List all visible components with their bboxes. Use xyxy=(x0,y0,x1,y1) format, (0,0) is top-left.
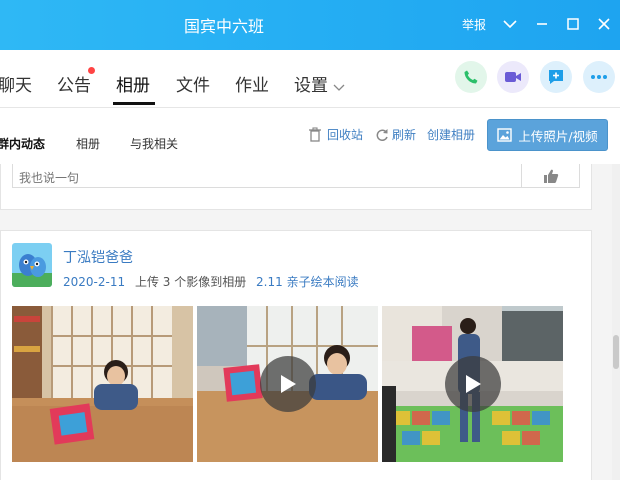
notification-badge xyxy=(88,67,95,74)
refresh-label: 刷新 xyxy=(392,128,417,142)
minimize-icon[interactable] xyxy=(530,12,554,36)
tab-album[interactable]: 相册 xyxy=(116,71,150,96)
video-call-icon[interactable] xyxy=(497,61,529,93)
maximize-icon[interactable] xyxy=(561,12,585,36)
media-thumbnail-1[interactable] xyxy=(12,306,193,462)
refresh-button[interactable]: 刷新 xyxy=(375,126,416,143)
recycle-bin-label: 回收站 xyxy=(327,128,364,142)
post-date: 2020-2-11 xyxy=(63,275,126,289)
post-meta: 2020-2-11 上传 3 个影像到相册 2.11 亲子绘本阅读 xyxy=(63,273,359,290)
thumbs-up-icon xyxy=(542,168,560,184)
upload-photo-video-button[interactable]: 上传照片/视频 xyxy=(487,119,608,151)
image-upload-icon xyxy=(497,128,513,142)
app-window: 国宾中六班 举报 聊天 公告 相册 文件 作业 设置 群内动态 相册 与我相关 … xyxy=(0,0,620,480)
upload-label: 上传照片/视频 xyxy=(518,128,598,144)
more-icon[interactable] xyxy=(583,61,615,93)
post-album-link[interactable]: 2.11 亲子绘本阅读 xyxy=(256,275,359,289)
scrollbar-track[interactable] xyxy=(612,164,620,480)
scrollbar-thumb[interactable] xyxy=(613,335,619,369)
subtab-albums[interactable]: 相册 xyxy=(76,135,100,152)
comment-input[interactable] xyxy=(12,164,522,188)
active-tab-indicator xyxy=(113,102,155,105)
recycle-bin-button[interactable]: 回收站 xyxy=(308,126,363,143)
media-thumbnail-3[interactable] xyxy=(382,306,563,462)
tab-chat[interactable]: 聊天 xyxy=(0,71,32,96)
tab-announcement[interactable]: 公告 xyxy=(57,71,91,96)
close-icon[interactable] xyxy=(592,12,616,36)
subtab-group-feed[interactable]: 群内动态 xyxy=(0,135,45,152)
add-message-icon[interactable] xyxy=(540,61,572,93)
play-icon[interactable] xyxy=(259,356,316,412)
like-button[interactable] xyxy=(522,164,580,188)
media-thumbnail-2[interactable] xyxy=(197,306,378,462)
play-icon[interactable] xyxy=(444,356,501,412)
tab-files[interactable]: 文件 xyxy=(176,71,210,96)
post-author[interactable]: 丁泓铠爸爸 xyxy=(63,247,133,267)
chevron-down-icon[interactable] xyxy=(498,12,522,36)
report-link[interactable]: 举报 xyxy=(462,16,486,33)
phone-call-icon[interactable] xyxy=(455,61,487,93)
post-action-text: 上传 3 个影像到相册 xyxy=(134,275,247,289)
title-bar: 国宾中六班 举报 xyxy=(0,0,620,50)
window-title: 国宾中六班 xyxy=(183,17,264,36)
settings-chevron-icon[interactable] xyxy=(333,77,345,96)
tab-homework[interactable]: 作业 xyxy=(235,71,269,96)
tab-settings[interactable]: 设置 xyxy=(294,71,328,96)
trash-icon xyxy=(308,127,322,142)
refresh-icon xyxy=(375,128,389,142)
create-album-button[interactable]: 创建相册 xyxy=(427,126,475,143)
subtab-related-to-me[interactable]: 与我相关 xyxy=(130,135,178,152)
avatar[interactable] xyxy=(12,243,52,287)
